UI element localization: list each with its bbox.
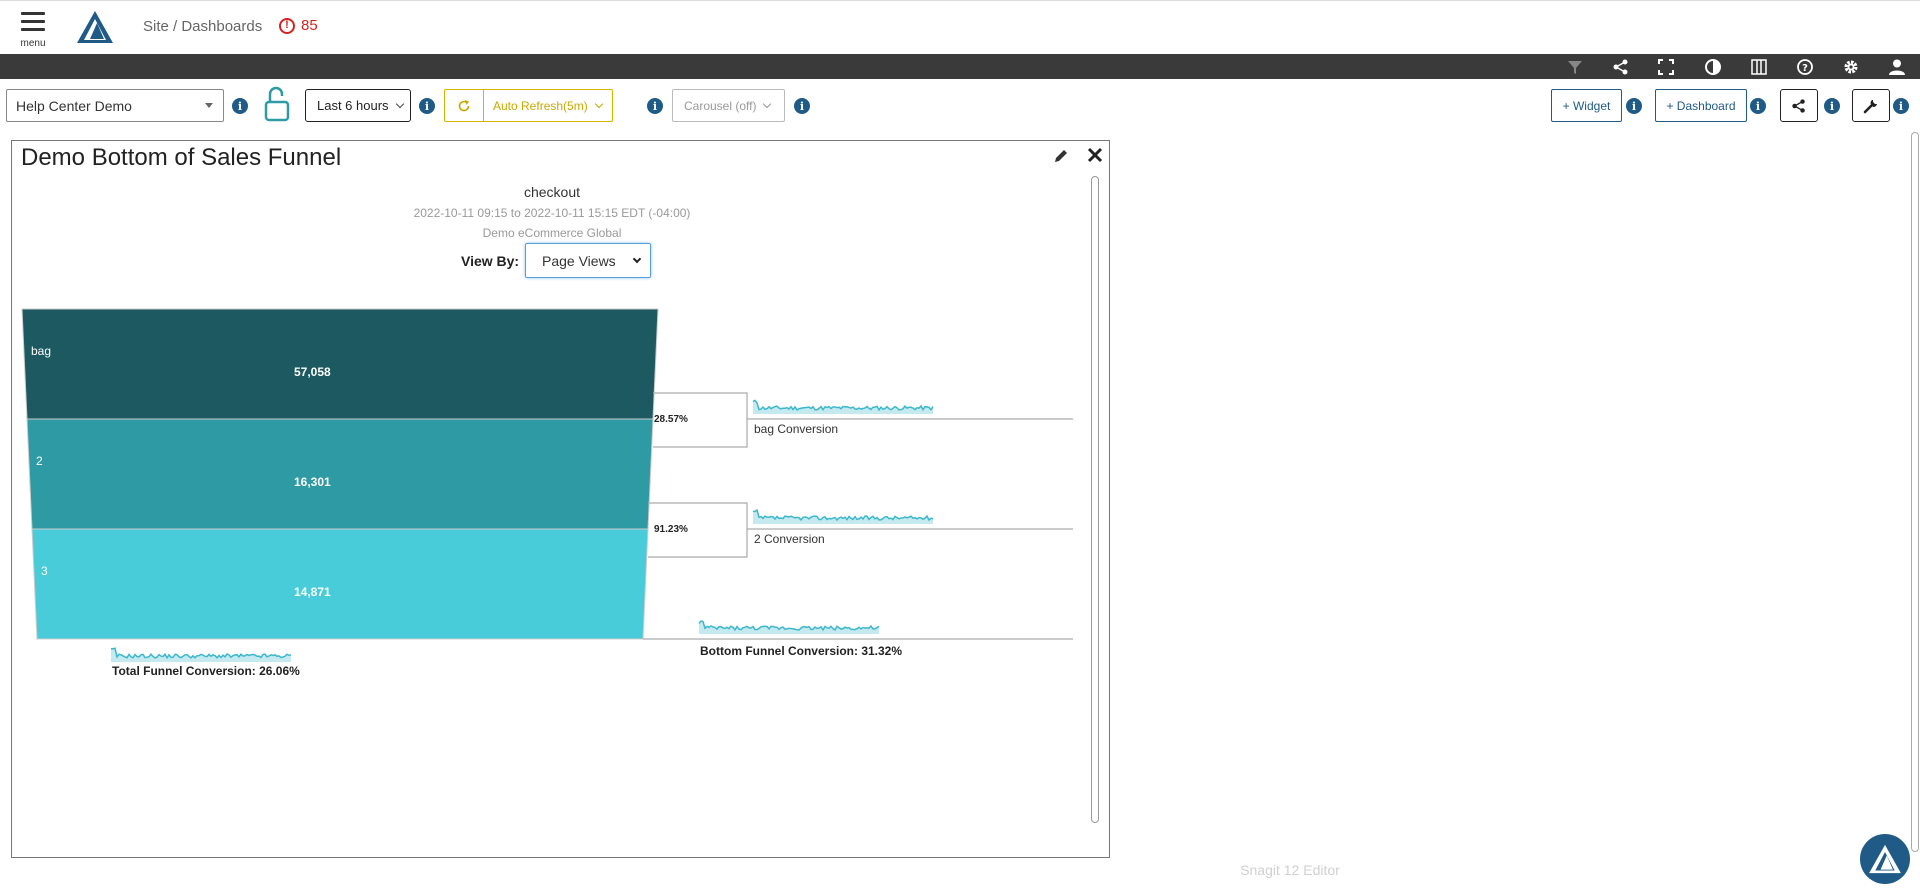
- auto-refresh-select[interactable]: Auto Refresh(5m): [484, 98, 603, 113]
- filter-icon[interactable]: [1566, 58, 1584, 76]
- carousel-value: Carousel (off): [684, 98, 757, 113]
- widget-scrollbar[interactable]: [1091, 176, 1099, 823]
- hamburger-icon-bar: [21, 28, 45, 31]
- time-range-value: Last 6 hours: [317, 98, 389, 113]
- stage-value: 16,301: [294, 475, 331, 489]
- dropdown-arrow-icon: [205, 103, 213, 108]
- funnel-widget: Demo Bottom of Sales Funnel checkout 202…: [11, 140, 1110, 858]
- funnel-stage-3[interactable]: [31, 528, 649, 640]
- fullscreen-icon[interactable]: [1657, 58, 1675, 76]
- site-select[interactable]: Help Center Demo: [6, 89, 224, 122]
- total-funnel-conversion: Total Funnel Conversion: 26.06%: [112, 664, 300, 678]
- info-icon[interactable]: i: [232, 98, 248, 114]
- logo-icon: [1869, 844, 1901, 874]
- alert-icon: !: [279, 17, 295, 34]
- share-icon: [1792, 98, 1805, 113]
- hamburger-icon-bar: [21, 20, 45, 23]
- dashboard-toolbar: ?: [0, 54, 1920, 79]
- logo-icon[interactable]: [76, 10, 114, 44]
- unlock-icon[interactable]: [264, 85, 290, 123]
- step-conversion-label: 2 Conversion: [754, 532, 825, 546]
- funnel-stage-2[interactable]: [26, 418, 654, 530]
- carousel-select[interactable]: Carousel (off): [672, 89, 785, 122]
- sparkline-2-conversion: [752, 508, 934, 524]
- svg-text:?: ?: [1802, 63, 1808, 74]
- funnel-chart: [21, 308, 1073, 662]
- gear-icon[interactable]: [1842, 58, 1860, 76]
- step-conversion-pct: 91.23%: [654, 524, 688, 535]
- bottom-funnel-conversion: Bottom Funnel Conversion: 31.32%: [700, 644, 903, 658]
- info-icon[interactable]: i: [794, 98, 810, 114]
- auto-refresh-label: Auto Refresh(5m): [493, 98, 588, 113]
- info-icon[interactable]: i: [1626, 98, 1642, 114]
- stage-value: 57,058: [294, 365, 331, 379]
- contrast-icon[interactable]: [1704, 58, 1722, 76]
- add-widget-button[interactable]: + Widget: [1551, 89, 1622, 122]
- page-scrollbar[interactable]: [1911, 132, 1919, 852]
- alert-count: 85: [301, 17, 318, 34]
- add-dashboard-button[interactable]: + Dashboard: [1655, 89, 1747, 122]
- time-range-select[interactable]: Last 6 hours: [305, 89, 411, 122]
- info-icon[interactable]: i: [1750, 98, 1766, 114]
- hamburger-icon: [21, 12, 45, 15]
- alerts-badge[interactable]: ! 85: [279, 17, 318, 34]
- refresh-icon: [458, 99, 470, 111]
- step-conversion-pct: 28.57%: [654, 414, 688, 425]
- info-icon[interactable]: i: [1893, 98, 1909, 114]
- columns-icon[interactable]: [1750, 58, 1768, 76]
- info-icon[interactable]: i: [419, 98, 435, 114]
- auto-refresh-control[interactable]: Auto Refresh(5m): [444, 89, 613, 122]
- stage-value: 14,871: [294, 585, 331, 599]
- info-icon[interactable]: i: [1824, 98, 1840, 114]
- chevron-down-icon: [395, 99, 404, 108]
- funnel-stage-bag[interactable]: [21, 308, 659, 420]
- menu-label: menu: [20, 38, 46, 49]
- stage-name: bag: [31, 344, 52, 358]
- chevron-down-icon: [763, 99, 772, 108]
- chevron-down-icon: [594, 99, 603, 108]
- refresh-button[interactable]: [445, 90, 484, 121]
- assistant-button[interactable]: [1860, 834, 1910, 884]
- menu-button[interactable]: menu: [18, 10, 48, 50]
- breadcrumb[interactable]: Site / Dashboards: [143, 18, 262, 35]
- help-icon[interactable]: ?: [1796, 58, 1814, 76]
- step-conversion-label: bag Conversion: [754, 422, 839, 436]
- settings-tool-button[interactable]: [1852, 89, 1890, 122]
- share-dashboard-button[interactable]: [1780, 89, 1818, 122]
- watermark-text: Snagit 12 Editor: [1240, 862, 1340, 878]
- sparkline-bottom-conversion: [698, 620, 880, 634]
- wrench-icon: [1863, 99, 1877, 113]
- close-icon[interactable]: [1085, 145, 1105, 165]
- sparkline-total-conversion: [110, 647, 292, 662]
- sparkline-bag-conversion: [752, 399, 934, 414]
- stage-name: 3: [41, 564, 48, 578]
- share-icon[interactable]: [1612, 58, 1630, 76]
- site-select-value: Help Center Demo: [16, 97, 132, 114]
- info-icon[interactable]: i: [647, 98, 663, 114]
- stage-name: 2: [36, 454, 43, 468]
- user-icon[interactable]: [1888, 58, 1906, 76]
- sparkline-line: [698, 620, 880, 632]
